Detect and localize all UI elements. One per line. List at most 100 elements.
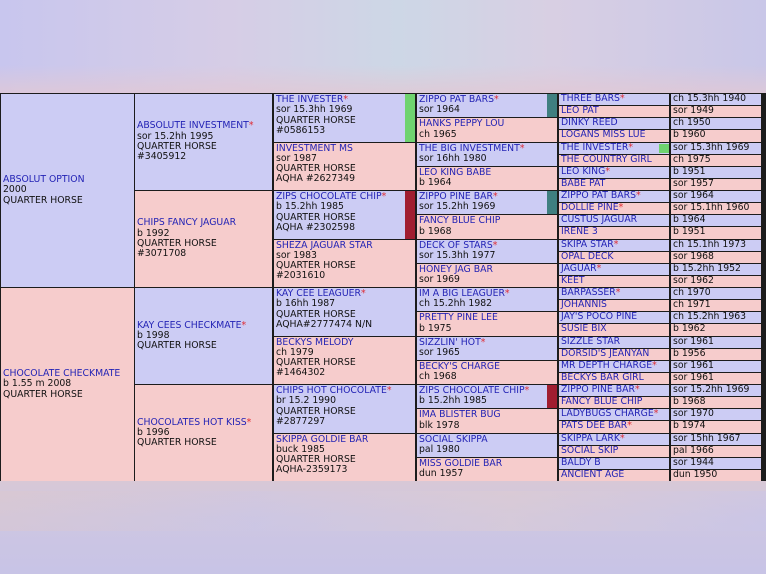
horse-detail-l2: QUARTER HORSE bbox=[137, 340, 217, 352]
pedigree-cell-g5-info-10: b 1964 bbox=[671, 215, 761, 227]
pedigree-cell-g4-6: DECK OF STARS* sor 15.3hh 1977 bbox=[417, 239, 557, 263]
pedigree-cell-g5-info-11: b 1951 bbox=[671, 227, 761, 239]
horse-name-link[interactable]: SKIPPA LARK bbox=[561, 434, 620, 444]
pedigree-cell-content: ABSOLUTE INVESTMENT* sor 15.2hh 1995 QUART… bbox=[137, 121, 254, 162]
horse-name-link[interactable]: DORSID'S JEANYAN bbox=[561, 349, 649, 359]
horse-name-link[interactable]: PRETTY PINE LEE bbox=[419, 312, 498, 323]
horse-name-link[interactable]: THE INVESTER bbox=[561, 143, 628, 153]
horse-info: b 1964 bbox=[673, 215, 706, 226]
horse-name-link[interactable]: DINKY REED bbox=[561, 118, 618, 128]
horse-info: sor 1970 bbox=[673, 409, 714, 420]
pedigree-cell-g4-11: BECKY'S CHARGE ch 1968 bbox=[417, 360, 557, 384]
horse-name-link[interactable]: BABE PAT bbox=[561, 179, 605, 189]
horse-name-row: BARPASSER* bbox=[561, 288, 667, 298]
horse-detail-l3: #3071708 bbox=[137, 248, 187, 260]
reference-star: * bbox=[361, 288, 366, 299]
horse-name-row: PATS DEE BAR* bbox=[561, 421, 667, 431]
horse-name-row: DINKY REED bbox=[561, 118, 667, 128]
pedigree-cell-content: THE INVESTER* sor 15.3hh 1969 QUARTER HORS… bbox=[276, 94, 413, 136]
horse-detail-l2: QUARTER HORSE bbox=[3, 194, 83, 206]
horse-name-link[interactable]: PATS DEE BAR bbox=[561, 421, 627, 431]
horse-name-row: IRENE 3 bbox=[561, 227, 667, 237]
horse-name-link[interactable]: SHEZA JAGUAR STAR bbox=[276, 240, 373, 251]
pedigree-cell-g5-name-9: DOLLIE PINE* bbox=[559, 203, 669, 215]
pedigree-cell-g4-12: ZIPS CHOCOLATE CHIP* b 15.2hh 1985 bbox=[417, 385, 557, 409]
horse-detail-l3: AQHA #2302598 bbox=[276, 221, 356, 233]
pedigree-cell-g1-1: CHOCOLATE CHECKMATE b 1.55 m 2008 QUARTER … bbox=[1, 288, 134, 481]
pedigree-cell-g5-info-13: sor 1968 bbox=[671, 251, 761, 263]
horse-name-link[interactable]: ANCIENT AGE bbox=[561, 470, 624, 480]
pedigree-cell-content: SIZZLIN' HOT* sor 1965 bbox=[419, 337, 555, 359]
horse-name-link[interactable]: CUSTUS JAGUAR bbox=[561, 215, 637, 225]
horse-name-link[interactable]: ZIPPO PAT BARS bbox=[561, 191, 636, 201]
horse-detail-l1: dun 1957 bbox=[419, 468, 464, 480]
horse-info: sor 15.1hh 1960 bbox=[673, 203, 750, 214]
horse-name-link[interactable]: BECKYS BAR GIRL bbox=[561, 373, 644, 383]
horse-name-link[interactable]: SIZZLIN' HOT bbox=[419, 337, 481, 348]
horse-name-link[interactable]: LADYBUGS CHARGE bbox=[561, 409, 654, 419]
horse-name-link[interactable]: OPAL DECK bbox=[561, 252, 613, 262]
reference-star: * bbox=[635, 191, 641, 201]
horse-info: b 1960 bbox=[673, 130, 706, 141]
pedigree-cell-g1-0: ABSOLUT OPTION 2000 QUARTER HORSE bbox=[1, 94, 134, 287]
reference-star: * bbox=[386, 385, 392, 396]
horse-name-link[interactable]: BALDY B bbox=[561, 458, 601, 468]
reference-star: * bbox=[504, 288, 510, 299]
horse-name-link[interactable]: DOLLIE PINE bbox=[561, 203, 619, 213]
pedigree-cell-content: KAY CEES CHECKMATE* b 1998 QUARTER HORSE bbox=[137, 320, 246, 352]
horse-name-link[interactable]: ABSOLUTE INVESTMENT bbox=[137, 120, 249, 131]
horse-name-link[interactable]: FANCY BLUE CHIP bbox=[561, 397, 642, 407]
horse-name-link[interactable]: CHIPS FANCY JAGUAR bbox=[137, 217, 236, 228]
horse-name-row: HANKS PEPPY LOU bbox=[419, 119, 555, 129]
reference-star: * bbox=[596, 263, 602, 274]
pedigree-cell-g5-info-3: b 1960 bbox=[671, 130, 761, 142]
pedigree-cell-g5-name-4: THE INVESTER* bbox=[559, 142, 669, 154]
horse-name-row: JAY'S POCO PINE bbox=[561, 312, 667, 322]
horse-name-link[interactable]: MR DEPTH CHARGE bbox=[561, 361, 652, 371]
pedigree-cell-g5-info-15: sor 1962 bbox=[671, 275, 761, 287]
horse-name-link[interactable]: SOCIAL SKIP bbox=[561, 446, 618, 456]
horse-name-link[interactable]: LEO KING bbox=[561, 167, 605, 177]
horse-name-link[interactable]: BECKYS MELODY bbox=[276, 337, 353, 348]
reference-star: * bbox=[627, 421, 632, 432]
horse-name-link[interactable]: JAY'S POCO PINE bbox=[561, 312, 637, 322]
horse-name-link[interactable]: IMA BLISTER BUG bbox=[419, 409, 501, 420]
pedigree-cell-g4-10: SIZZLIN' HOT* sor 1965 bbox=[417, 336, 557, 360]
horse-name-link[interactable]: DECK OF STARS bbox=[419, 240, 493, 251]
pedigree-cell-g3-5: BECKYS MELODY ch 1979 QUARTER HORSE #146430… bbox=[274, 336, 415, 384]
horse-info: sor 1949 bbox=[673, 106, 714, 117]
pedigree-cell-g5-info-30: sor 1944 bbox=[671, 457, 761, 469]
horse-name-link[interactable]: CHOCOLATES HOT KISS bbox=[137, 417, 247, 428]
horse-name-link[interactable]: BARPASSER bbox=[561, 288, 616, 298]
horse-name-link[interactable]: SIZZLE STAR bbox=[561, 337, 620, 347]
reference-star: * bbox=[248, 120, 254, 132]
pedigree-cell-content: BECKY'S CHARGE ch 1968 bbox=[419, 361, 555, 383]
pedigree-cell-content: CHIPS HOT CHOCOLATE* br 15.2 1990 QUARTER … bbox=[276, 385, 413, 427]
horse-name-row: JAGUAR* bbox=[561, 264, 667, 274]
horse-name-link[interactable]: THREE BARS bbox=[561, 94, 620, 104]
horse-name-link[interactable]: INVESTMENT MS bbox=[276, 143, 353, 154]
pedigree-cell-g5-info-25: b 1968 bbox=[671, 397, 761, 409]
horse-name-link[interactable]: FANCY BLUE CHIP bbox=[419, 215, 500, 226]
horse-name-row: ANCIENT AGE bbox=[561, 470, 667, 480]
inbreeding-color-marker bbox=[405, 191, 415, 239]
horse-name-link[interactable]: KEET bbox=[561, 276, 585, 286]
horse-name-link[interactable]: THE COUNTRY GIRL bbox=[561, 155, 652, 165]
horse-name-link[interactable]: SUSIE BIX bbox=[561, 324, 607, 334]
horse-name-link[interactable]: LEO PAT bbox=[561, 106, 599, 116]
pedigree-cell-g3-1: INVESTMENT MS sor 1987 QUARTER HORSE AQHA #… bbox=[274, 142, 415, 190]
pedigree-chart: ABSOLUT OPTION 2000 QUARTER HORSE CHOCOLATE… bbox=[0, 93, 766, 481]
horse-name-link[interactable]: THE BIG INVESTMENT bbox=[419, 143, 520, 154]
horse-name-link[interactable]: ZIPPO PINE BAR bbox=[561, 385, 635, 395]
horse-name-link[interactable]: JAGUAR bbox=[561, 264, 597, 274]
horse-name-link[interactable]: KAY CEES CHECKMATE bbox=[137, 320, 241, 331]
horse-name-link[interactable]: SOCIAL SKIPPA bbox=[419, 434, 488, 445]
horse-name-link[interactable]: SKIPA STAR bbox=[561, 240, 614, 250]
pedigree-cell-content: ZIPPO PINE BAR* sor 15.2hh 1969 bbox=[419, 191, 555, 213]
horse-name-link[interactable]: IRENE 3 bbox=[561, 227, 598, 237]
pedigree-cell-content: ABSOLUT OPTION 2000 QUARTER HORSE bbox=[3, 174, 85, 206]
horse-name-link[interactable]: HANKS PEPPY LOU bbox=[419, 118, 504, 129]
horse-name-link[interactable]: LOGANS MISS LUE bbox=[561, 130, 645, 140]
horse-name-link[interactable]: JOHANNIS bbox=[561, 300, 607, 310]
horse-name-link[interactable]: SKIPPA GOLDIE BAR bbox=[276, 434, 368, 445]
